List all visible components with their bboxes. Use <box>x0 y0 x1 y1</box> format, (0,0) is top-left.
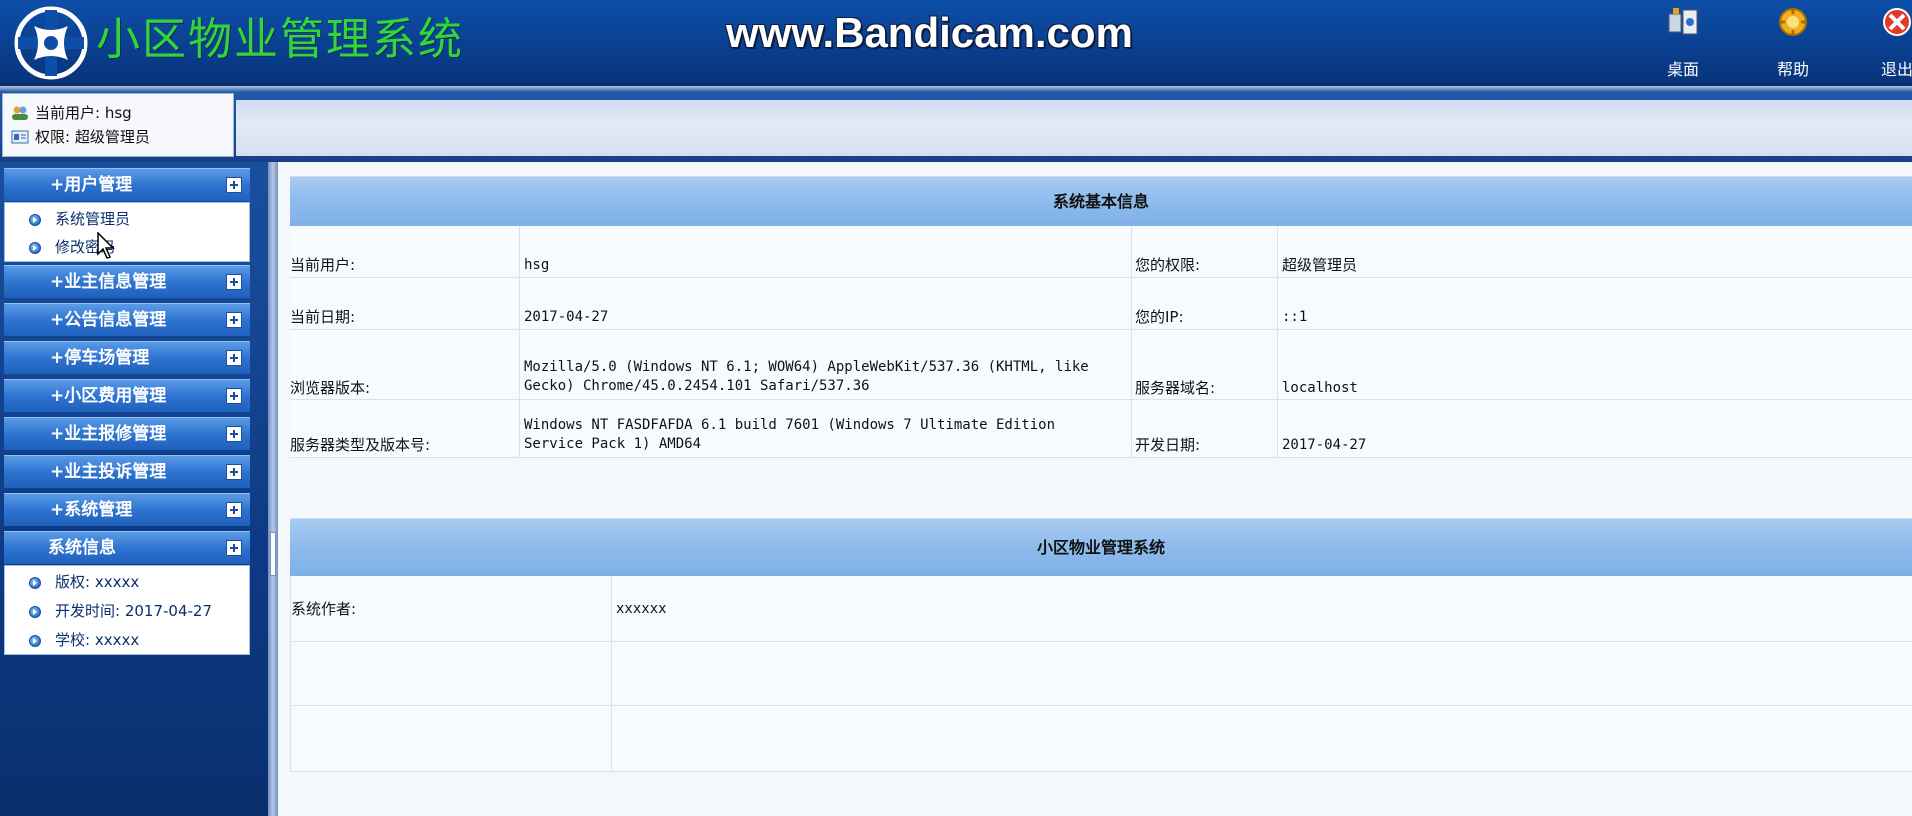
expand-icon[interactable] <box>226 426 242 442</box>
menu-owner-info[interactable]: +业主信息管理 <box>4 265 250 298</box>
menu-system[interactable]: +系统管理 <box>4 493 250 526</box>
menu-complaint-label: +业主投诉管理 <box>50 462 167 482</box>
expand-icon[interactable] <box>226 274 242 290</box>
desktop-button[interactable]: 桌面 <box>1648 6 1718 79</box>
expand-icon[interactable] <box>226 177 242 193</box>
label-server-type: 服务器类型及版本号: <box>290 400 520 458</box>
menu-complaint[interactable]: +业主投诉管理 <box>4 455 250 488</box>
menu-parking[interactable]: +停车场管理 <box>4 341 250 374</box>
menu-parking-label: +停车场管理 <box>50 348 150 368</box>
value-current-date: 2017-04-27 <box>520 278 1132 330</box>
menu-system-info-label: 系统信息 <box>48 538 116 558</box>
desktop-icon <box>1668 8 1698 35</box>
list-item-school: 学校: xxxxx <box>5 626 249 654</box>
value-browser: Mozilla/5.0 (Windows NT 6.1; WOW64) Appl… <box>520 330 1132 400</box>
label-dev-date: 开发日期: <box>1132 400 1278 458</box>
help-label: 帮助 <box>1776 60 1809 79</box>
label-author: 系统作者: <box>290 576 612 642</box>
label-permission: 您的权限: <box>1132 226 1278 278</box>
school-text: 学校: xxxxx <box>55 631 140 649</box>
list-item-copyright: 版权: xxxxx <box>5 568 249 596</box>
sidebar-item-change-password[interactable]: 修改密码 <box>5 233 249 261</box>
users-icon <box>12 106 28 120</box>
sidebar-splitter[interactable] <box>268 162 278 816</box>
menu-fees-label: +小区费用管理 <box>50 386 167 406</box>
bullet-icon <box>29 635 41 647</box>
value-dev-date: 2017-04-27 <box>1278 400 1912 458</box>
value-permission: 超级管理员 <box>1278 226 1912 278</box>
empty-cell <box>290 642 612 706</box>
expand-icon[interactable] <box>226 464 242 480</box>
label-current-user: 当前用户: <box>290 226 520 278</box>
current-user-text: 当前用户: hsg <box>35 104 132 122</box>
sidebar-item-label: 系统管理员 <box>55 210 131 228</box>
id-card-icon <box>11 130 29 144</box>
user-management-submenu: 系统管理员 修改密码 <box>4 202 250 262</box>
bullet-icon <box>29 242 41 254</box>
bullet-icon <box>29 577 41 589</box>
label-browser: 浏览器版本: <box>290 330 520 400</box>
sidebar-item-label: 修改密码 <box>55 238 116 256</box>
empty-cell <box>612 642 1912 706</box>
logo-icon <box>14 6 88 80</box>
expand-icon[interactable] <box>226 350 242 366</box>
help-button[interactable]: 帮助 <box>1758 6 1828 79</box>
menu-owner-info-label: +业主信息管理 <box>50 272 167 292</box>
desktop-label: 桌面 <box>1666 60 1699 79</box>
user-info-box: 当前用户: hsg 权限: 超级管理员 <box>2 93 234 157</box>
strip-banner <box>236 100 1912 156</box>
menu-system-info[interactable]: 系统信息 <box>4 531 250 564</box>
help-icon <box>1779 8 1807 36</box>
system-info-submenu: 版权: xxxxx 开发时间: 2017-04-27 学校: xxxxx <box>4 565 250 655</box>
menu-repair-label: +业主报修管理 <box>50 424 167 444</box>
menu-fees[interactable]: +小区费用管理 <box>4 379 250 412</box>
list-item-dev-time: 开发时间: 2017-04-27 <box>5 597 249 625</box>
label-current-date: 当前日期: <box>290 278 520 330</box>
app-header: 小区物业管理系统 www.Bandicam.com 桌面 帮助 退出 <box>0 0 1912 86</box>
value-current-user: hsg <box>520 226 1132 278</box>
exit-label: 退出 <box>1880 60 1912 79</box>
sidebar-item-system-admin[interactable]: 系统管理员 <box>5 205 249 233</box>
section-heading-system: 小区物业管理系统 <box>290 518 1912 576</box>
menu-user-management[interactable]: +用户管理 <box>4 168 250 201</box>
permission-row: 权限: 超级管理员 <box>11 126 150 148</box>
expand-icon[interactable] <box>226 388 242 404</box>
value-server-domain: localhost <box>1278 330 1912 400</box>
empty-cell <box>612 706 1912 772</box>
value-server-type: Windows NT FASDFAFDA 6.1 build 7601 (Win… <box>520 400 1132 458</box>
value-author: xxxxxx <box>612 576 1912 642</box>
expand-icon[interactable] <box>226 502 242 518</box>
dev-time-text: 开发时间: 2017-04-27 <box>55 602 212 620</box>
menu-user-management-label: +用户管理 <box>50 175 133 195</box>
label-ip: 您的IP: <box>1132 278 1278 330</box>
menu-notice[interactable]: +公告信息管理 <box>4 303 250 336</box>
label-server-domain: 服务器域名: <box>1132 330 1278 400</box>
bullet-icon <box>29 606 41 618</box>
expand-icon[interactable] <box>226 312 242 328</box>
current-user-row: 当前用户: hsg <box>11 102 132 124</box>
value-ip: ::1 <box>1278 278 1912 330</box>
empty-cell <box>290 706 612 772</box>
app-title: 小区物业管理系统 <box>96 14 464 65</box>
permission-text: 权限: 超级管理员 <box>35 128 150 146</box>
recorder-watermark: www.Bandicam.com <box>726 9 1133 56</box>
menu-notice-label: +公告信息管理 <box>50 310 167 330</box>
exit-button[interactable]: 退出 <box>1862 6 1912 79</box>
expand-icon[interactable] <box>226 540 242 556</box>
menu-system-label: +系统管理 <box>50 500 133 520</box>
exit-icon <box>1883 8 1911 36</box>
menu-repair[interactable]: +业主报修管理 <box>4 417 250 450</box>
section-heading-basic-info: 系统基本信息 <box>290 176 1912 226</box>
splitter-grip[interactable] <box>270 532 276 576</box>
bullet-icon <box>29 214 41 226</box>
copyright-text: 版权: xxxxx <box>55 573 140 591</box>
